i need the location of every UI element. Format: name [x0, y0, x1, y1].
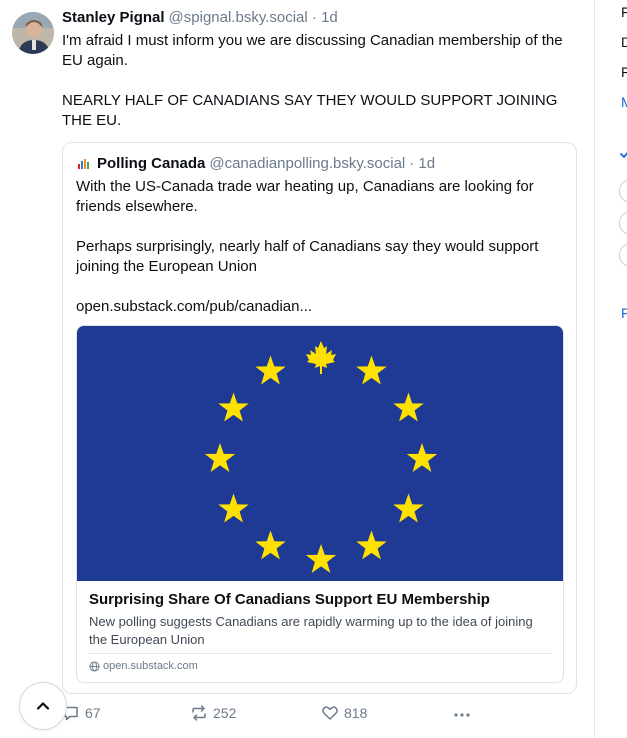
- eu-flag-stars: [204, 341, 438, 573]
- quote-text: With the US-Canada trade war heating up,…: [76, 177, 566, 317]
- chevron-up-icon: [36, 702, 50, 710]
- flag-star-icon: [393, 493, 424, 523]
- like-count: 818: [344, 705, 368, 721]
- author-name[interactable]: Stanley Pignal: [62, 9, 165, 26]
- avatar-photo: [12, 12, 54, 54]
- quote-timestamp[interactable]: · 1d: [409, 155, 435, 172]
- repost-icon: [192, 705, 206, 721]
- link-domain-text: open.substack.com: [103, 660, 198, 672]
- post-actions: 67 252 818: [62, 704, 482, 728]
- sidebar-link-2[interactable]: D: [621, 34, 627, 50]
- quoted-post[interactable]: Polling Canada @canadianpolling.bsky.soci…: [62, 142, 577, 694]
- reply-button[interactable]: 67: [62, 704, 101, 722]
- sidebar-link-bottom[interactable]: F: [621, 305, 627, 321]
- feed-option-circle[interactable]: [619, 243, 627, 267]
- link-title[interactable]: Surprising Share Of Canadians Support EU…: [89, 591, 490, 608]
- repost-count: 252: [213, 705, 237, 721]
- link-preview-card[interactable]: Surprising Share Of Canadians Support EU…: [76, 325, 564, 683]
- eu-flag-image: [77, 326, 563, 581]
- post-paragraph: NEARLY HALF OF CANADIANS SAY THEY WOULD …: [62, 92, 558, 129]
- heart-icon: [322, 706, 338, 720]
- link-domain: open.substack.com: [89, 660, 198, 672]
- feed-option-circle[interactable]: [619, 211, 627, 235]
- checkmark-icon: [620, 151, 627, 158]
- sidebar-link-1[interactable]: F: [621, 4, 627, 20]
- sidebar-check-icon: [620, 146, 627, 162]
- author-handle[interactable]: @spignal.bsky.social: [169, 9, 308, 26]
- quote-author-name[interactable]: Polling Canada: [97, 155, 205, 172]
- more-dots-icon: [454, 713, 470, 717]
- flag-star-icon: [218, 493, 249, 523]
- right-sidebar: F D F M F: [595, 0, 627, 738]
- post-paragraph: I'm afraid I must inform you we are disc…: [62, 32, 563, 69]
- flag-star-icon: [406, 443, 438, 472]
- link-description: New polling suggests Canadians are rapid…: [89, 614, 533, 647]
- flag-star-icon: [356, 355, 387, 385]
- globe-icon: [89, 660, 100, 672]
- feed: Stanley Pignal @spignal.bsky.social · 1d …: [0, 0, 594, 738]
- post-timestamp[interactable]: · 1d: [312, 9, 338, 26]
- post-text: I'm afraid I must inform you we are disc…: [62, 31, 582, 131]
- author-avatar[interactable]: [12, 12, 54, 54]
- maple-leaf-icon: [306, 341, 336, 374]
- flag-star-icon: [218, 392, 249, 422]
- poll-logo-icon: [75, 155, 91, 172]
- more-options-button[interactable]: [452, 706, 477, 724]
- repost-button[interactable]: 252: [190, 704, 236, 722]
- quote-header: Polling Canada @canadianpolling.bsky.soci…: [75, 155, 435, 172]
- feed-option-circle[interactable]: [619, 179, 627, 203]
- post-header: Stanley Pignal @spignal.bsky.social · 1d: [62, 9, 338, 26]
- flag-star-icon: [393, 392, 424, 422]
- sidebar-link-3[interactable]: F: [621, 64, 627, 80]
- quote-paragraph: Perhaps surprisingly, nearly half of Can…: [76, 238, 539, 275]
- like-button[interactable]: 818: [321, 704, 367, 722]
- flag-star-icon: [356, 530, 387, 560]
- sidebar-link-4[interactable]: M: [621, 94, 627, 110]
- scroll-to-top-button[interactable]: [19, 682, 67, 730]
- quote-paragraph: With the US-Canada trade war heating up,…: [76, 178, 534, 215]
- flag-star-icon: [204, 443, 236, 472]
- reply-count: 67: [85, 705, 101, 721]
- quote-avatar: [75, 155, 91, 172]
- link-divider: [89, 653, 551, 654]
- flag-star-icon: [255, 355, 286, 385]
- quote-link-text[interactable]: open.substack.com/pub/canadian...: [76, 297, 566, 317]
- flag-star-icon: [305, 544, 337, 573]
- quote-author-handle[interactable]: @canadianpolling.bsky.social: [209, 155, 405, 172]
- flag-star-icon: [255, 530, 286, 560]
